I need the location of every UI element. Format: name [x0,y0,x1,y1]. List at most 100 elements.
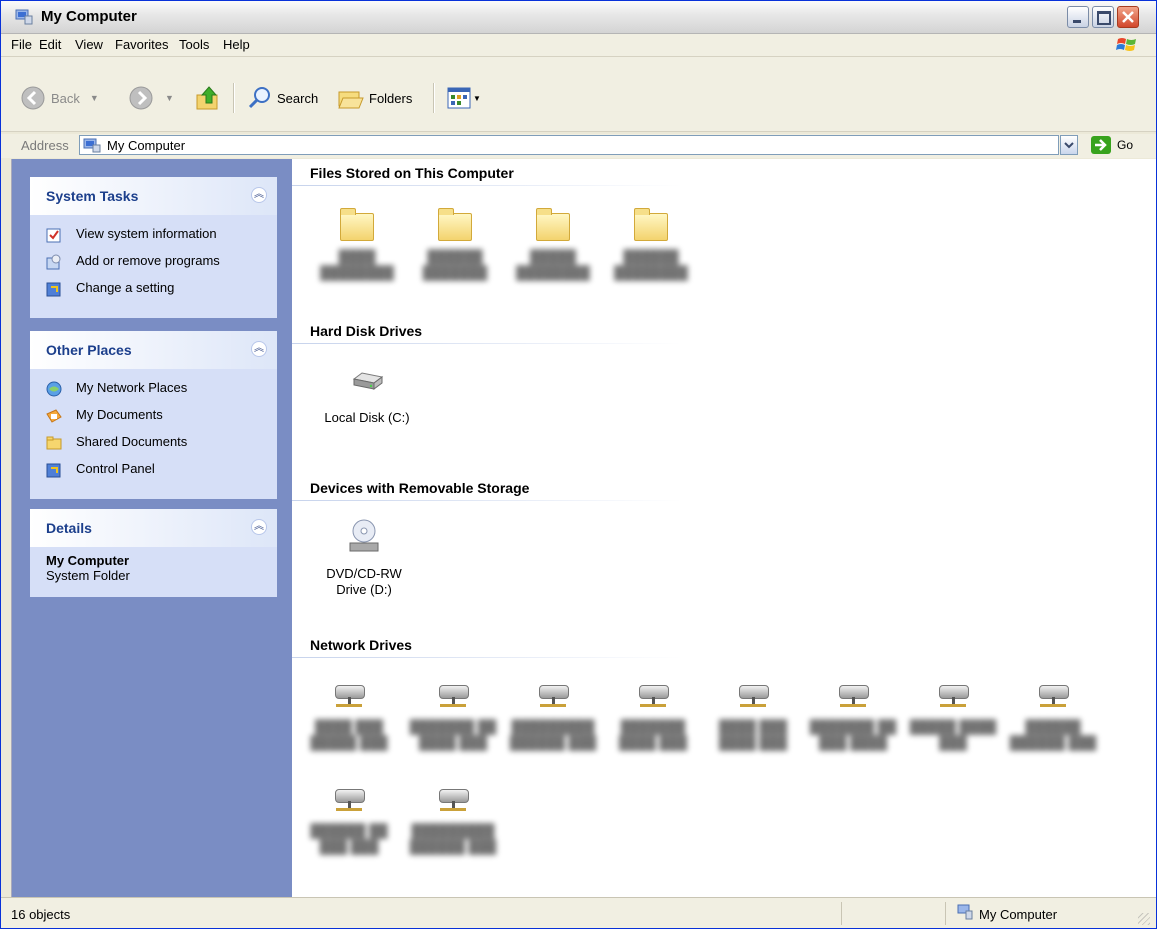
collapse-icon[interactable]: ︽ [251,519,267,535]
group-divider [292,657,682,658]
collapse-icon[interactable]: ︽ [251,341,267,357]
status-bar: 16 objects My Computer [1,897,1156,928]
network-drive-icon [1036,679,1070,711]
network-drive-item[interactable]: █████████ ██████ ███ [408,783,498,855]
search-label: Search [277,90,319,106]
status-separator [841,902,842,925]
toolbar-separator [233,83,235,113]
blurred-label: ███████ ██ ███ ████ [809,719,897,750]
address-dropdown-button[interactable] [1060,135,1078,155]
dvd-drive-item[interactable]: DVD/CD-RW Drive (D:) [312,519,416,598]
blurred-label: ██████ ███████ [422,249,488,280]
network-drive-icon [332,679,366,711]
shared-folder-item[interactable]: █████ ████████ [508,208,598,281]
network-drive-icon [936,679,970,711]
place-label: My Documents [76,407,163,422]
minimize-button[interactable] [1067,6,1089,28]
content-area: Files Stored on This Computer ████ █████… [292,159,1156,897]
folder-icon [340,208,374,241]
back-dropdown-icon[interactable]: ▼ [90,93,99,103]
details-panel: Details ︽ My Computer System Folder [30,509,277,597]
network-drive-item[interactable]: ███████ ██ ███ ████ [808,679,898,751]
object-count: 16 objects [11,907,71,922]
windows-logo-icon [1116,38,1136,51]
details-header[interactable]: Details ︽ [30,509,277,547]
system-info-icon [46,228,61,243]
resize-grip[interactable] [1138,913,1150,925]
dvd-drive-icon [349,519,379,552]
menu-bar: File Edit View Favorites Tools Help [1,34,1156,57]
views-button[interactable]: ▼ [447,81,481,115]
task-label: View system information [76,226,217,241]
other-places-title: Other Places [46,342,132,358]
network-drive-item[interactable]: ███████ ██ ████ ███ [408,679,498,751]
my-computer-icon [957,904,973,920]
go-icon[interactable] [1091,136,1111,154]
shared-folder-item[interactable]: ████ ████████ [312,208,402,281]
network-drive-icon [836,679,870,711]
details-title: Details [46,520,92,536]
local-disk-item[interactable]: Local Disk (C:) [312,367,422,426]
blurred-label: ██████ ██████ ███ [1009,719,1097,750]
place-shared-documents[interactable]: Shared Documents [30,431,277,458]
menu-help[interactable]: Help [223,37,250,52]
network-drive-icon [536,679,570,711]
blurred-label: █████████ ██████ ███ [409,823,497,854]
forward-button[interactable]: ▼ [129,81,174,115]
forward-dropdown-icon[interactable]: ▼ [165,93,174,103]
control-panel-icon [46,282,61,297]
title-bar[interactable]: My Computer [1,1,1156,34]
my-computer-icon [83,138,101,153]
up-folder-button[interactable] [195,81,221,115]
menu-edit[interactable]: Edit [39,37,61,52]
folders-button[interactable]: Folders [337,81,412,115]
collapse-icon[interactable]: ︽ [251,187,267,203]
shared-folder-item[interactable]: ██████ ████████ [606,208,696,281]
system-tasks-header[interactable]: System Tasks ︽ [30,177,277,215]
menu-view[interactable]: View [75,37,103,52]
task-add-remove-programs[interactable]: Add or remove programs [30,250,277,277]
status-location: My Computer [979,907,1058,922]
task-view-system-information[interactable]: View system information [30,223,277,250]
search-button[interactable]: Search [247,81,318,115]
folders-icon [338,91,364,109]
place-control-panel[interactable]: Control Panel [30,458,277,485]
place-my-network-places[interactable]: My Network Places [30,377,277,404]
shared-folder-item[interactable]: ██████ ███████ [410,208,500,281]
search-icon [248,87,270,109]
group-divider [292,500,682,501]
blurred-label: ███████ ██ ████ ███ [409,719,497,750]
add-remove-programs-icon [46,254,61,270]
back-button[interactable]: Back ▼ [21,81,99,115]
menu-favorites[interactable]: Favorites [115,37,168,52]
network-drive-item[interactable]: █████ ████ ███ [908,679,998,751]
network-drive-item[interactable]: ██████ ██████ ███ [1008,679,1098,751]
group-title-network: Network Drives [310,637,412,653]
folder-icon [438,208,472,241]
network-drive-item[interactable]: ████ ███ ████ ███ [708,679,798,751]
blurred-label: ████ ███ █████ ███ [310,719,388,750]
task-pane: System Tasks ︽ View system information A… [11,159,293,897]
network-drive-item[interactable]: ███████ ████ ███ [608,679,698,751]
network-drive-item[interactable]: ██████ ██ ███ ███ [304,783,394,855]
network-drive-item[interactable]: ████ ███ █████ ███ [304,679,394,751]
blurred-label: ███████ ████ ███ [618,719,688,750]
menu-file[interactable]: File [11,37,32,52]
network-drive-item[interactable]: █████████ ██████ ███ [508,679,598,751]
task-change-setting[interactable]: Change a setting [30,277,277,304]
toolbar: Back ▼ ▼ Search Folders ▼ [1,57,1156,132]
other-places-header[interactable]: Other Places ︽ [30,331,277,369]
blurred-label: █████████ ██████ ███ [509,719,597,750]
place-my-documents[interactable]: My Documents [30,404,277,431]
control-panel-icon [46,463,61,478]
menu-tools[interactable]: Tools [179,37,209,52]
views-icon [447,87,471,109]
explorer-window: My Computer File Edit View Favorites Too… [0,0,1157,929]
close-button[interactable] [1117,6,1139,28]
go-button[interactable]: Go [1117,138,1133,152]
maximize-button[interactable] [1092,6,1114,28]
address-field[interactable]: My Computer [79,135,1059,155]
blurred-label: ████ ███ ████ ███ [718,719,788,750]
address-value: My Computer [107,138,186,153]
network-places-icon [46,381,62,397]
